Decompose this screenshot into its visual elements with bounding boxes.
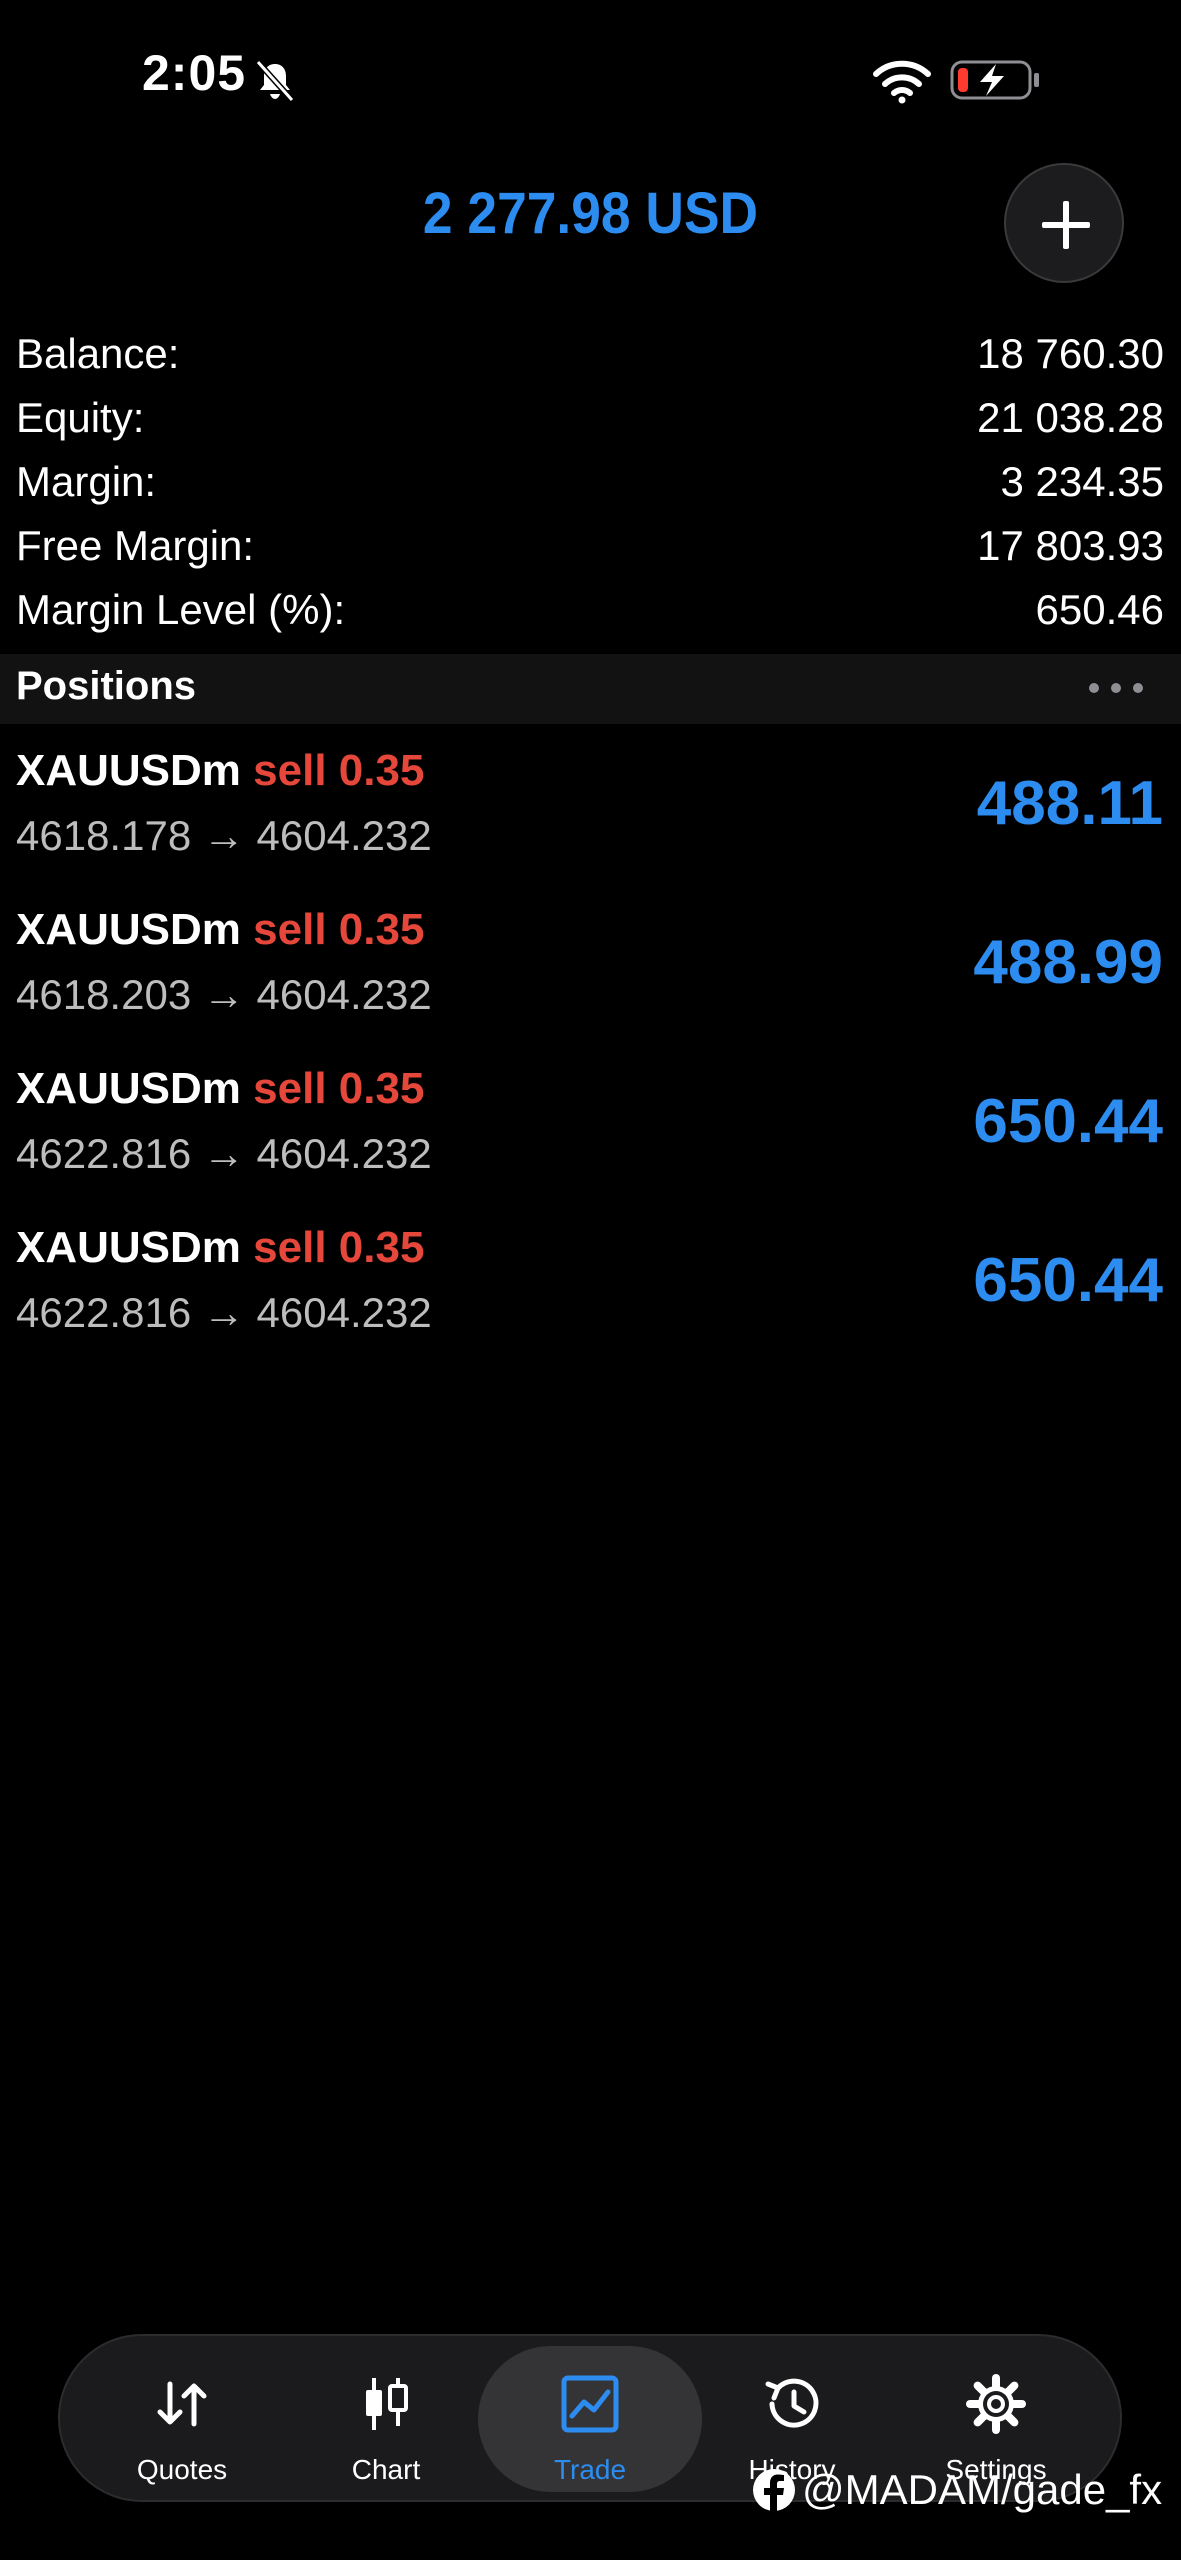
summary-value: 21 038.28 [977, 394, 1164, 441]
positions-title: Positions [16, 664, 197, 708]
summary-row-equity: Equity: 21 038.28 [16, 386, 1164, 450]
position-prices: 4618.203 → 4604.232 [16, 971, 432, 1018]
tab-label: Quotes [136, 2454, 228, 2485]
summary-value: 17 803.93 [977, 522, 1164, 569]
tab-trade[interactable]: Trade [490, 2336, 690, 2500]
summary-value: 3 234.35 [1000, 458, 1165, 505]
status-bar: 2:05 [0, 0, 1181, 150]
account-profit-total: 2 277.98 USD [422, 181, 759, 246]
trade-chart-icon [561, 2375, 619, 2433]
summary-row-free-margin: Free Margin: 17 803.93 [16, 514, 1164, 578]
position-title: XAUUSDm sell 0.35 [16, 1223, 424, 1273]
position-title: XAUUSDm sell 0.35 [16, 1064, 424, 1114]
position-prices: 4622.816 → 4604.232 [16, 1289, 432, 1336]
summary-label: Free Margin: [16, 522, 255, 569]
position-profit: 488.99 [973, 928, 1163, 997]
plus-icon [1042, 201, 1090, 249]
position-profit: 650.44 [973, 1087, 1163, 1156]
summary-value: 650.46 [1035, 586, 1164, 633]
tab-chart[interactable]: Chart [286, 2336, 486, 2500]
position-row[interactable]: XAUUSDm sell 0.35 4622.816 → 4604.232 65… [0, 1054, 1181, 1213]
position-profit: 488.11 [976, 769, 1163, 838]
position-side: sell 0.35 [253, 746, 425, 795]
summary-row-margin-level: Margin Level (%): 650.46 [16, 578, 1164, 642]
position-symbol: XAUUSDm [16, 1064, 241, 1113]
position-side: sell 0.35 [253, 1223, 425, 1272]
position-prices: 4618.178 → 4604.232 [16, 812, 432, 859]
position-symbol: XAUUSDm [16, 746, 241, 795]
facebook-icon [753, 2469, 795, 2512]
gear-icon [966, 2374, 1026, 2434]
wifi-icon [873, 60, 931, 104]
positions-section-header: Positions [0, 654, 1181, 724]
summary-row-margin: Margin: 3 234.35 [16, 450, 1164, 514]
position-title: XAUUSDm sell 0.35 [16, 746, 424, 796]
position-symbol: XAUUSDm [16, 1223, 241, 1272]
summary-value: 18 760.30 [977, 330, 1164, 377]
position-side: sell 0.35 [253, 1064, 425, 1113]
position-row[interactable]: XAUUSDm sell 0.35 4618.203 → 4604.232 48… [0, 895, 1181, 1054]
bell-muted-icon [255, 59, 295, 103]
status-time: 2:05 [142, 45, 247, 101]
summary-row-balance: Balance: 18 760.30 [16, 322, 1164, 386]
position-profit: 650.44 [973, 1246, 1163, 1315]
position-title: XAUUSDm sell 0.35 [16, 905, 424, 955]
history-clock-icon [765, 2378, 819, 2428]
position-side: sell 0.35 [253, 905, 425, 954]
tab-label: Chart [351, 2454, 421, 2485]
tab-quotes[interactable]: Quotes [82, 2336, 282, 2500]
summary-label: Margin Level (%): [16, 586, 346, 633]
quotes-arrows-icon [157, 2381, 207, 2427]
positions-list: XAUUSDm sell 0.35 4618.178 → 4604.232 48… [0, 736, 1181, 1372]
position-prices: 4622.816 → 4604.232 [16, 1130, 432, 1177]
position-symbol: XAUUSDm [16, 905, 241, 954]
candlestick-icon [366, 2378, 408, 2430]
tab-label: Trade [553, 2454, 627, 2485]
more-options-icon[interactable] [1086, 676, 1146, 700]
watermark: @MADAM/gade_fx [752, 2466, 1162, 2514]
add-order-button[interactable] [1004, 163, 1124, 283]
account-summary: Balance: 18 760.30 Equity: 21 038.28 Mar… [16, 322, 1164, 642]
position-row[interactable]: XAUUSDm sell 0.35 4618.178 → 4604.232 48… [0, 736, 1181, 895]
watermark-text: @MADAM/gade_fx [802, 2466, 1163, 2513]
summary-label: Margin: [16, 458, 157, 505]
position-row[interactable]: XAUUSDm sell 0.35 4622.816 → 4604.232 65… [0, 1213, 1181, 1372]
summary-label: Equity: [16, 394, 145, 441]
battery-charging-icon [950, 60, 1039, 100]
summary-label: Balance: [16, 330, 180, 377]
